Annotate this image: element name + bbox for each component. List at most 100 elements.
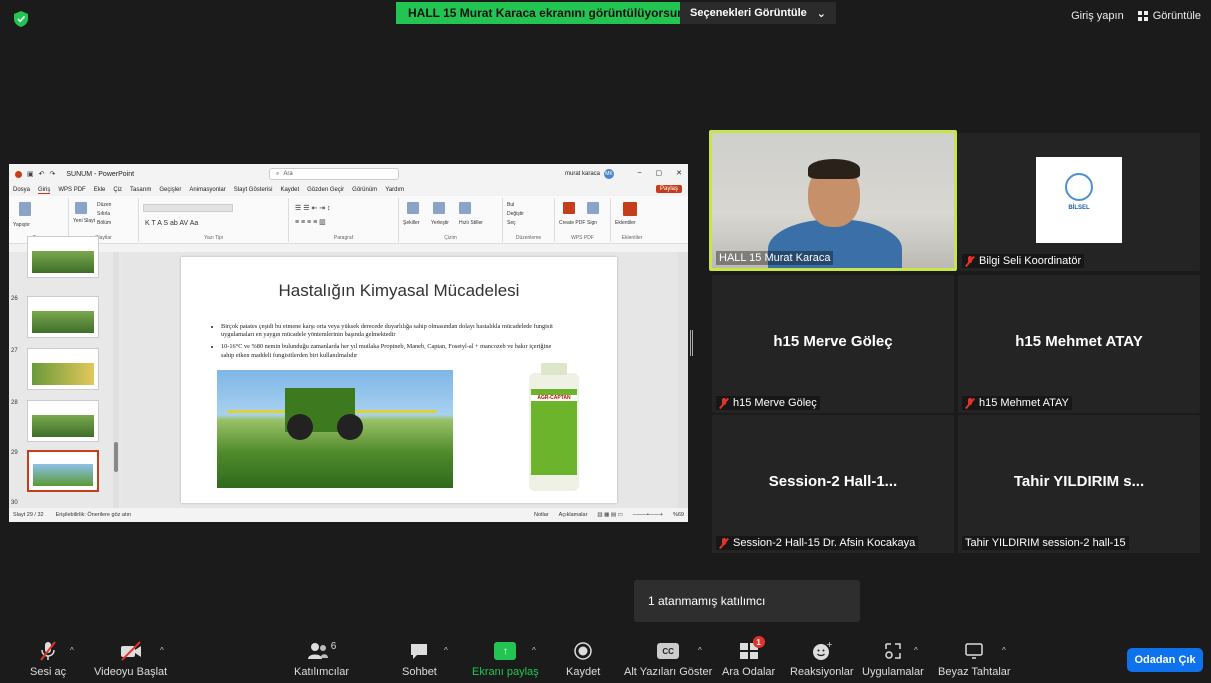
bottle-label: AGR-CAPTAN	[531, 395, 577, 401]
chat-button[interactable]: Sohbet	[402, 640, 437, 678]
menu-wps-pdf: WPS PDF	[58, 187, 86, 193]
shapes-label: Şekiller	[403, 220, 420, 226]
sign-in-link[interactable]: Giriş yapın	[1071, 10, 1124, 22]
svg-text:+: +	[826, 641, 832, 649]
slide-thumbnail	[27, 236, 99, 278]
shared-screen-powerpoint[interactable]: ▣ ↶ ↷ SUNUM - PowerPoint ⌕ Ara murat kar…	[9, 164, 688, 522]
participants-label: Katılımcılar	[294, 666, 350, 678]
slide-title: Hastalığın Kimyasal Mücadelesi	[278, 281, 520, 300]
tile-name: h15 Merve Göleç	[716, 396, 820, 410]
menu-draw: Çiz	[113, 187, 123, 193]
chat-label: Sohbet	[402, 666, 437, 678]
menu-insert: Ekle	[93, 187, 106, 193]
reactions-label: Reaksiyonlar	[790, 666, 854, 678]
tractor-sprayer-image	[217, 370, 453, 488]
ribbon-label-wps-pdf: WPS PDF	[571, 235, 594, 241]
start-video-label: Videoyu Başlat	[94, 666, 168, 678]
tile-name: Bilgi Seli Koordinatör	[962, 254, 1085, 268]
tile-name-label: Session-2 Hall-15 Dr. Afsin Kocakaya	[733, 537, 916, 549]
tile-center-name: Session-2 Hall-1...	[768, 473, 898, 490]
section-label: Bölüm	[97, 220, 112, 226]
tile-name: HALL 15 Murat Karaca	[716, 251, 834, 265]
participants-count: 6	[330, 640, 337, 652]
whiteboards-label: Beyaz Tahtalar	[938, 666, 1011, 678]
find-label: Bul	[507, 202, 515, 208]
ppt-status-bar: Slayt 29 / 32 Erişilebilirlik: Önerilere…	[9, 508, 688, 522]
slide-thumbnail	[27, 348, 99, 390]
whiteboard-options-caret[interactable]: ^	[1002, 646, 1006, 655]
avatar: MK	[604, 169, 614, 179]
thumbnail-scrollbar	[113, 252, 119, 508]
tile-name-label: h15 Merve Göleç	[733, 397, 817, 409]
ribbon-label-editing: Düzenleme	[515, 235, 542, 241]
minimize-icon: –	[637, 169, 642, 176]
paste-label: Yapıştır	[13, 222, 30, 228]
view-button[interactable]: Görüntüle	[1137, 10, 1201, 22]
start-video-button[interactable]: Videoyu Başlat	[94, 640, 167, 678]
gallery-view-icon	[1137, 11, 1148, 21]
video-tile[interactable]: Session-2 Hall-1... Session-2 Hall-15 Dr…	[712, 415, 954, 553]
video-options-caret[interactable]: ^	[160, 646, 164, 655]
apps-options-caret[interactable]: ^	[914, 646, 918, 655]
font-name-box	[143, 204, 233, 212]
whiteboards-button[interactable]: Beyaz Tahtalar	[938, 640, 1011, 678]
unmute-button[interactable]: Sesi aç	[30, 640, 66, 678]
meeting-toolbar: Sesi aç ^ Videoyu Başlat ^ 6 Katılımcıla…	[0, 628, 1211, 683]
select-label: Seç	[507, 220, 516, 226]
mic-muted-icon	[40, 641, 56, 661]
mic-muted-icon	[965, 397, 975, 409]
ribbon-group-drawing: Şekiller Yerleştir Hızlı Stiller Çizim	[399, 198, 503, 242]
font-format-icons: K T A S ab AV Aa	[145, 220, 199, 227]
breakout-rooms-button[interactable]: 1 Ara Odalar	[722, 636, 775, 678]
reactions-button[interactable]: + Reaksiyonlar	[790, 640, 854, 678]
tile-name-label: Tahir YILDIRIM session-2 hall-15	[965, 537, 1126, 549]
slide-thumbnails: 26 27 28 29 30	[9, 236, 121, 508]
new-slide-icon	[75, 202, 87, 214]
apps-icon	[885, 643, 901, 659]
captions-label: Alt Yazıları Göster	[624, 666, 713, 678]
record-button[interactable]: Kaydet	[566, 640, 600, 678]
close-icon: ✕	[676, 170, 682, 177]
addins-label: Eklentiler	[615, 220, 636, 226]
chat-options-caret[interactable]: ^	[444, 646, 448, 655]
ribbon-label-addins: Eklentiler	[621, 235, 643, 241]
whiteboard-icon	[965, 643, 984, 659]
split-resize-handle[interactable]	[690, 330, 693, 356]
ppt-doc-title: SUNUM - PowerPoint	[66, 170, 135, 178]
slide-bullet: Birçok patates çeşidi bu etmene karşı or…	[221, 323, 555, 339]
apps-label: Uygulamalar	[862, 666, 924, 678]
share-screen-button[interactable]: ↑ Ekranı paylaş	[472, 640, 539, 678]
video-tile[interactable]: Tahir YILDIRIM s... Tahir YILDIRIM sessi…	[958, 415, 1200, 553]
tile-center-name: h15 Merve Göleç	[773, 333, 893, 350]
video-tile[interactable]: h15 Mehmet ATAY h15 Mehmet ATAY	[958, 275, 1200, 413]
security-shield-icon[interactable]	[14, 11, 28, 27]
reactions-smiley-icon: +	[812, 641, 832, 660]
video-tile[interactable]: BİLSEL Bilgi Seli Koordinatör	[958, 133, 1200, 271]
video-off-icon	[120, 641, 141, 661]
create-pdf-label: Create PDF	[559, 220, 586, 226]
video-tile-speaker[interactable]: HALL 15 Murat Karaca	[709, 130, 957, 271]
chevron-down-icon: ⌄	[816, 7, 826, 20]
top-right-controls: Giriş yapın Görüntüle	[1071, 10, 1201, 22]
view-options-button[interactable]: Seçenekleri Görüntüle ⌄	[680, 2, 836, 24]
audio-options-caret[interactable]: ^	[70, 646, 74, 655]
slide-bullet: 10-16°C ve %80 nemin bulunduğu zamanlard…	[221, 343, 555, 359]
view-mode-icons: ▥ ▦ ▤ ▭	[597, 512, 623, 518]
ppt-search-label: Ara	[283, 171, 293, 177]
arrange-icon	[433, 202, 445, 214]
menu-slideshow: Slayt Gösterisi	[233, 187, 273, 193]
current-slide: Hastalığın Kimyasal Mücadelesi Birçok pa…	[181, 257, 617, 503]
new-slide-label: Yeni Slayt	[73, 218, 96, 224]
zoom-slider: –——•——+	[632, 512, 663, 518]
video-tile[interactable]: h15 Merve Göleç h15 Merve Göleç	[712, 275, 954, 413]
participants-button[interactable]: 6 Katılımcılar	[294, 640, 350, 679]
leave-meeting-button[interactable]: Odadan Çık	[1127, 648, 1203, 672]
ribbon-group-editing: Bul Değiştir Seç Düzenleme	[503, 198, 555, 242]
create-pdf-icon	[563, 202, 575, 214]
ribbon-group-wps-pdf: Create PDF Sign WPS PDF	[555, 198, 611, 242]
unmute-label: Sesi aç	[30, 666, 67, 678]
share-options-caret[interactable]: ^	[532, 646, 536, 655]
captions-options-caret[interactable]: ^	[698, 646, 702, 655]
logo-text: BİLSEL	[1068, 205, 1090, 211]
ppt-title-bar: ▣ ↶ ↷ SUNUM - PowerPoint ⌕ Ara murat kar…	[9, 164, 688, 184]
